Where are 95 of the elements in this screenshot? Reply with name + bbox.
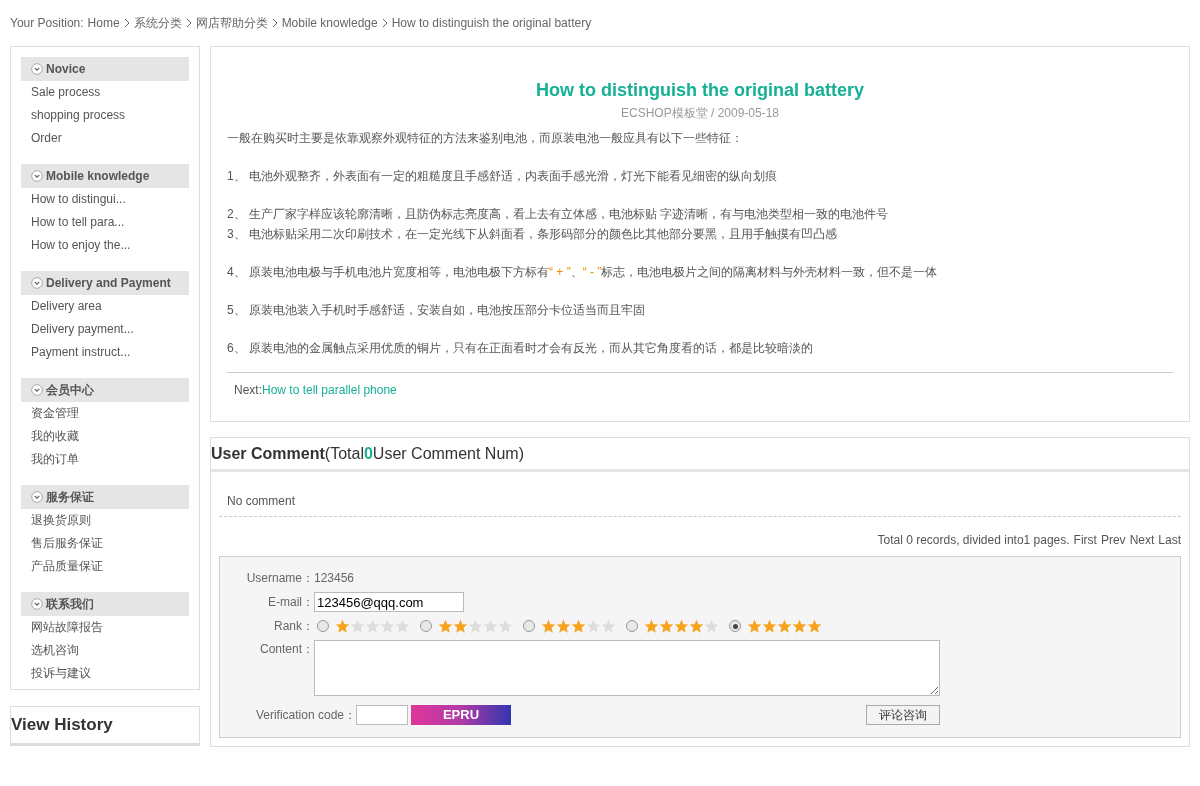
category-title: 服务保证 <box>46 489 94 506</box>
breadcrumb-link[interactable]: 网店帮助分类 <box>195 14 268 32</box>
captcha-image: EPRU <box>411 705 511 725</box>
filled-star-icon <box>438 619 453 633</box>
sidebar-link[interactable]: 我的订单 <box>21 448 189 471</box>
filled-star-icon <box>792 619 807 633</box>
sidebar-link[interactable]: How to tell para... <box>21 211 189 234</box>
category-title: Mobile knowledge <box>46 168 150 185</box>
content-label: Content： <box>258 641 314 658</box>
article-title: How to distinguish the original battery <box>535 79 865 102</box>
breadcrumb-link[interactable]: Home <box>87 14 120 32</box>
history-title: View History <box>11 714 113 737</box>
sidebar-link[interactable]: Payment instruct... <box>21 341 189 364</box>
filled-star-icon <box>659 619 674 633</box>
sidebar-link[interactable]: 我的收藏 <box>21 425 189 448</box>
article-paragraph: 一般在购买时主要是依靠观察外观特征的方法来鉴别电池，而原装电池一般应具有以下一些特征： <box>227 130 744 147</box>
filled-star-icon <box>453 619 468 633</box>
category-header[interactable]: Delivery and Payment <box>21 271 189 295</box>
sidebar-link[interactable]: How to enjoy the... <box>21 234 189 257</box>
article-paragraph: 2、 生产厂家字样应该轮廓清晰，且防伪标志亮度高，看上去有立体感，电池标贴 字迹清晰，有与电池类型相一致的电池件号 <box>227 206 890 223</box>
expand-icon <box>31 63 43 75</box>
category-header[interactable]: Novice <box>21 57 189 81</box>
rank-radio[interactable] <box>317 620 329 632</box>
breadcrumb-label: Your Position: <box>10 15 84 32</box>
category-header[interactable]: 会员中心 <box>21 378 189 402</box>
filled-star-icon <box>762 619 777 633</box>
article-paragraph: 3、 电池标贴采用二次印刷技术，在一定光线下从斜面看，条形码部分的颜色比其他部分要黑，且用手触摸有凹凸感 <box>227 226 838 243</box>
rank-label: Rank： <box>273 618 314 635</box>
filled-star-icon <box>335 619 350 633</box>
content-field[interactable] <box>314 640 940 696</box>
sidebar-link[interactable]: How to distingui... <box>21 188 189 211</box>
sidebar-link[interactable]: Order <box>21 127 189 150</box>
category-title: 联系我们 <box>46 596 94 613</box>
article-meta: ECSHOP模板堂 / 2009-05-18 <box>619 105 781 122</box>
category-title: Novice <box>46 61 86 78</box>
filled-star-icon <box>689 619 704 633</box>
article-paragraph: 5、 原装电池装入手机时手感舒适，安装自如，电池按压部分卡位适当而且牢固 <box>227 302 646 319</box>
category-title: 会员中心 <box>46 382 94 399</box>
sidebar-link[interactable]: 退换货原则 <box>21 509 189 532</box>
filled-star-icon <box>571 619 586 633</box>
pager-link[interactable]: Prev <box>1100 531 1126 549</box>
article-paragraph: 1、 电池外观整齐，外表面有一定的粗糙度且手感舒适，内表面手感光滑，灯光下能看见细密的纵向划痕 <box>227 168 778 185</box>
sidebar-link[interactable]: 资金管理 <box>21 402 189 425</box>
expand-icon <box>31 491 43 503</box>
filled-star-icon <box>674 619 689 633</box>
category-header[interactable]: Mobile knowledge <box>21 164 189 188</box>
filled-star-icon <box>747 619 762 633</box>
sidebar-link[interactable]: Delivery area <box>21 295 189 318</box>
filled-star-icon <box>777 619 792 633</box>
breadcrumb-link[interactable]: Mobile knowledge <box>281 14 378 32</box>
filled-star-icon <box>541 619 556 633</box>
expand-icon <box>31 277 43 289</box>
sidebar-link[interactable]: Delivery payment... <box>21 318 189 341</box>
rank-radio[interactable] <box>626 620 638 632</box>
username-label: Username： <box>245 570 314 587</box>
article-paragraph: 6、 原装电池的金属触点采用优质的铜片，只有在正面看时才会有反光，而从其它角度看的话，都是比较暗淡的 <box>227 340 814 357</box>
sidebar-link[interactable]: 投诉与建议 <box>21 662 189 685</box>
rank-radio[interactable] <box>523 620 535 632</box>
pager-link[interactable]: Next <box>1129 531 1155 549</box>
pager-summary: Total 0 records, divided into1 pages. <box>877 532 1070 549</box>
chevron-right-icon <box>271 18 278 28</box>
chevron-right-icon <box>381 18 388 28</box>
category-header[interactable]: 服务保证 <box>21 485 189 509</box>
breadcrumb-link[interactable]: 系统分类 <box>133 14 182 32</box>
breadcrumb-link[interactable]: How to distinguish the original battery <box>391 14 592 32</box>
rank-radio[interactable] <box>729 620 741 632</box>
expand-icon <box>31 384 43 396</box>
sidebar-link[interactable]: 售后服务保证 <box>21 532 189 555</box>
filled-star-icon <box>556 619 571 633</box>
sidebar-link[interactable]: shopping process <box>21 104 189 127</box>
next-label: Next: <box>234 382 262 399</box>
category-header[interactable]: 联系我们 <box>21 592 189 616</box>
chevron-right-icon <box>123 18 130 28</box>
article-paragraph: 4、 原装电池电极与手机电池片宽度相等，电池电极下方标有“ + ”、“ - ”标志，电池电极片之间的隔离材料与外壳材料一致，但不是一体 <box>227 264 939 281</box>
sidebar-link[interactable]: 产品质量保证 <box>21 555 189 578</box>
expand-icon <box>31 598 43 610</box>
comment-heading: User Comment(Total0User Comment Num) <box>211 443 524 464</box>
sidebar-link[interactable]: 选机咨询 <box>21 639 189 662</box>
sidebar-link[interactable]: Sale process <box>21 81 189 104</box>
sidebar-link[interactable]: 网站故障报告 <box>21 616 189 639</box>
pager-link[interactable]: Last <box>1158 531 1181 549</box>
chevron-right-icon <box>185 18 192 28</box>
email-label: E-mail： <box>267 594 314 611</box>
filled-star-icon <box>807 619 822 633</box>
pager-link[interactable]: First <box>1073 531 1097 549</box>
email-field[interactable]: 123456@qqq.com <box>314 592 464 612</box>
username-value: 123456 <box>314 570 355 587</box>
submit-button[interactable]: 评论咨询 <box>866 705 940 725</box>
rank-radio[interactable] <box>420 620 432 632</box>
empty-message: No comment <box>227 494 296 508</box>
category-title: Delivery and Payment <box>46 275 171 292</box>
captcha-label: Verification code： <box>254 707 356 724</box>
expand-icon <box>31 170 43 182</box>
captcha-field[interactable] <box>356 705 408 725</box>
filled-star-icon <box>644 619 659 633</box>
